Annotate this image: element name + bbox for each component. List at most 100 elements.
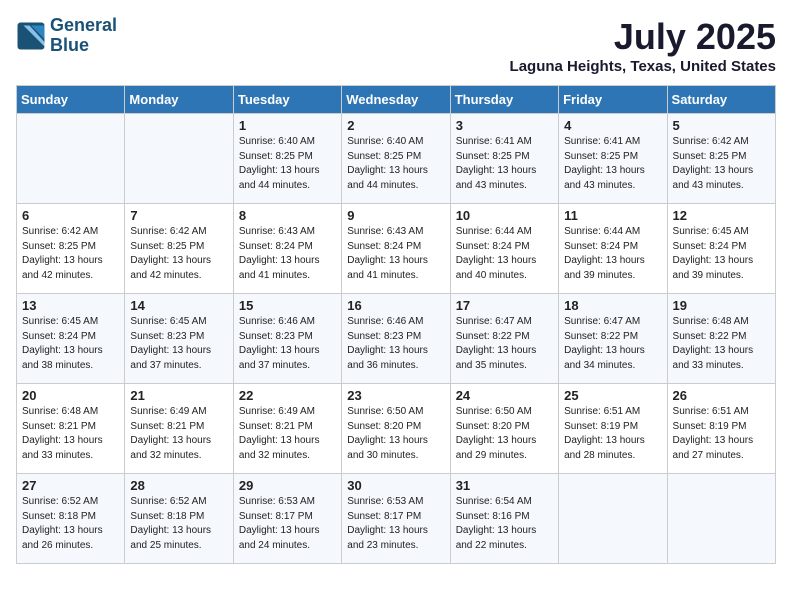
location: Laguna Heights, Texas, United States (510, 58, 776, 75)
day-number: 16 (347, 298, 444, 313)
day-number: 30 (347, 478, 444, 493)
day-number: 27 (22, 478, 119, 493)
day-number: 18 (564, 298, 661, 313)
day-info: Sunrise: 6:49 AM Sunset: 8:21 PM Dayligh… (239, 405, 336, 463)
day-info: Sunrise: 6:48 AM Sunset: 8:22 PM Dayligh… (673, 315, 770, 373)
day-number: 12 (673, 208, 770, 223)
day-info: Sunrise: 6:50 AM Sunset: 8:20 PM Dayligh… (456, 405, 553, 463)
day-number: 29 (239, 478, 336, 493)
day-info: Sunrise: 6:44 AM Sunset: 8:24 PM Dayligh… (456, 225, 553, 283)
day-number: 6 (22, 208, 119, 223)
calendar-cell: 31 Sunrise: 6:54 AM Sunset: 8:16 PM Dayli… (450, 474, 558, 564)
weekday-header-saturday: Saturday (667, 86, 775, 114)
day-info: Sunrise: 6:51 AM Sunset: 8:19 PM Dayligh… (673, 405, 770, 463)
weekday-header-monday: Monday (125, 86, 233, 114)
day-info: Sunrise: 6:40 AM Sunset: 8:25 PM Dayligh… (239, 135, 336, 193)
calendar-cell: 2Sunrise: 6:40 AM Sunset: 8:25 PM Daylig… (342, 114, 450, 204)
day-info: Sunrise: 6:47 AM Sunset: 8:22 PM Dayligh… (564, 315, 661, 373)
day-number: 28 (130, 478, 227, 493)
calendar-cell (559, 474, 667, 564)
day-number: 8 (239, 208, 336, 223)
day-info: Sunrise: 6:49 AM Sunset: 8:21 PM Dayligh… (130, 405, 227, 463)
day-number: 23 (347, 388, 444, 403)
day-info: Sunrise: 6:42 AM Sunset: 8:25 PM Dayligh… (673, 135, 770, 193)
calendar-cell: 12 Sunrise: 6:45 AM Sunset: 8:24 PM Dayli… (667, 204, 775, 294)
weekday-header-friday: Friday (559, 86, 667, 114)
weekday-header-tuesday: Tuesday (233, 86, 341, 114)
day-number: 17 (456, 298, 553, 313)
calendar-cell (667, 474, 775, 564)
calendar-cell: 23 Sunrise: 6:50 AM Sunset: 8:20 PM Dayli… (342, 384, 450, 474)
day-info: Sunrise: 6:46 AM Sunset: 8:23 PM Dayligh… (347, 315, 444, 373)
calendar-cell: 18 Sunrise: 6:47 AM Sunset: 8:22 PM Dayli… (559, 294, 667, 384)
calendar-cell: 29 Sunrise: 6:53 AM Sunset: 8:17 PM Dayli… (233, 474, 341, 564)
month-year: July 2025 (510, 16, 776, 58)
day-info: Sunrise: 6:45 AM Sunset: 8:23 PM Dayligh… (130, 315, 227, 373)
day-info: Sunrise: 6:42 AM Sunset: 8:25 PM Dayligh… (130, 225, 227, 283)
day-info: Sunrise: 6:51 AM Sunset: 8:19 PM Dayligh… (564, 405, 661, 463)
weekday-header-sunday: Sunday (17, 86, 125, 114)
day-info: Sunrise: 6:54 AM Sunset: 8:16 PM Dayligh… (456, 495, 553, 553)
calendar-cell: 7 Sunrise: 6:42 AM Sunset: 8:25 PM Daylig… (125, 204, 233, 294)
calendar-cell: 20Sunrise: 6:48 AM Sunset: 8:21 PM Dayli… (17, 384, 125, 474)
week-row-1: 1 Sunrise: 6:40 AM Sunset: 8:25 PM Daylig… (17, 114, 776, 204)
calendar-cell: 4Sunrise: 6:41 AM Sunset: 8:25 PM Daylig… (559, 114, 667, 204)
day-number: 13 (22, 298, 119, 313)
logo-line1: General (50, 16, 117, 36)
calendar-cell: 16 Sunrise: 6:46 AM Sunset: 8:23 PM Dayli… (342, 294, 450, 384)
calendar-cell: 6 Sunrise: 6:42 AM Sunset: 8:25 PM Daylig… (17, 204, 125, 294)
calendar-cell: 10 Sunrise: 6:44 AM Sunset: 8:24 PM Dayli… (450, 204, 558, 294)
day-info: Sunrise: 6:52 AM Sunset: 8:18 PM Dayligh… (130, 495, 227, 553)
calendar-cell: 11 Sunrise: 6:44 AM Sunset: 8:24 PM Dayli… (559, 204, 667, 294)
calendar-cell: 24Sunrise: 6:50 AM Sunset: 8:20 PM Dayli… (450, 384, 558, 474)
day-number: 7 (130, 208, 227, 223)
day-number: 25 (564, 388, 661, 403)
weekday-header-row: SundayMondayTuesdayWednesdayThursdayFrid… (17, 86, 776, 114)
day-info: Sunrise: 6:53 AM Sunset: 8:17 PM Dayligh… (239, 495, 336, 553)
day-info: Sunrise: 6:44 AM Sunset: 8:24 PM Dayligh… (564, 225, 661, 283)
calendar-cell: 28 Sunrise: 6:52 AM Sunset: 8:18 PM Dayli… (125, 474, 233, 564)
day-info: Sunrise: 6:42 AM Sunset: 8:25 PM Dayligh… (22, 225, 119, 283)
day-info: Sunrise: 6:45 AM Sunset: 8:24 PM Dayligh… (673, 225, 770, 283)
day-number: 11 (564, 208, 661, 223)
calendar-cell: 25 Sunrise: 6:51 AM Sunset: 8:19 PM Dayli… (559, 384, 667, 474)
logo-line2: Blue (50, 36, 117, 56)
logo: General Blue (16, 16, 117, 56)
day-number: 9 (347, 208, 444, 223)
day-number: 3 (456, 118, 553, 133)
day-number: 10 (456, 208, 553, 223)
calendar-cell (17, 114, 125, 204)
day-info: Sunrise: 6:40 AM Sunset: 8:25 PM Dayligh… (347, 135, 444, 193)
calendar-cell (125, 114, 233, 204)
calendar-cell: 3 Sunrise: 6:41 AM Sunset: 8:25 PM Daylig… (450, 114, 558, 204)
week-row-3: 13Sunrise: 6:45 AM Sunset: 8:24 PM Dayli… (17, 294, 776, 384)
day-number: 22 (239, 388, 336, 403)
calendar-cell: 5 Sunrise: 6:42 AM Sunset: 8:25 PM Daylig… (667, 114, 775, 204)
day-info: Sunrise: 6:46 AM Sunset: 8:23 PM Dayligh… (239, 315, 336, 373)
calendar-cell: 1 Sunrise: 6:40 AM Sunset: 8:25 PM Daylig… (233, 114, 341, 204)
day-number: 1 (239, 118, 336, 133)
day-info: Sunrise: 6:53 AM Sunset: 8:17 PM Dayligh… (347, 495, 444, 553)
day-info: Sunrise: 6:50 AM Sunset: 8:20 PM Dayligh… (347, 405, 444, 463)
day-number: 31 (456, 478, 553, 493)
week-row-5: 27 Sunrise: 6:52 AM Sunset: 8:18 PM Dayli… (17, 474, 776, 564)
calendar-cell: 30 Sunrise: 6:53 AM Sunset: 8:17 PM Dayli… (342, 474, 450, 564)
day-info: Sunrise: 6:47 AM Sunset: 8:22 PM Dayligh… (456, 315, 553, 373)
calendar-cell: 21 Sunrise: 6:49 AM Sunset: 8:21 PM Dayli… (125, 384, 233, 474)
title-block: July 2025 Laguna Heights, Texas, United … (510, 16, 776, 75)
calendar-cell: 22 Sunrise: 6:49 AM Sunset: 8:21 PM Dayli… (233, 384, 341, 474)
day-info: Sunrise: 6:48 AM Sunset: 8:21 PM Dayligh… (22, 405, 119, 463)
logo-text: General Blue (50, 16, 117, 56)
page-header: General Blue July 2025 Laguna Heights, T… (16, 16, 776, 75)
day-number: 21 (130, 388, 227, 403)
day-info: Sunrise: 6:52 AM Sunset: 8:18 PM Dayligh… (22, 495, 119, 553)
day-number: 19 (673, 298, 770, 313)
day-info: Sunrise: 6:41 AM Sunset: 8:25 PM Dayligh… (456, 135, 553, 193)
logo-icon (16, 21, 46, 51)
day-number: 4 (564, 118, 661, 133)
day-number: 26 (673, 388, 770, 403)
calendar-cell: 8Sunrise: 6:43 AM Sunset: 8:24 PM Daylig… (233, 204, 341, 294)
day-number: 5 (673, 118, 770, 133)
calendar-cell: 19 Sunrise: 6:48 AM Sunset: 8:22 PM Dayli… (667, 294, 775, 384)
calendar-cell: 14Sunrise: 6:45 AM Sunset: 8:23 PM Dayli… (125, 294, 233, 384)
